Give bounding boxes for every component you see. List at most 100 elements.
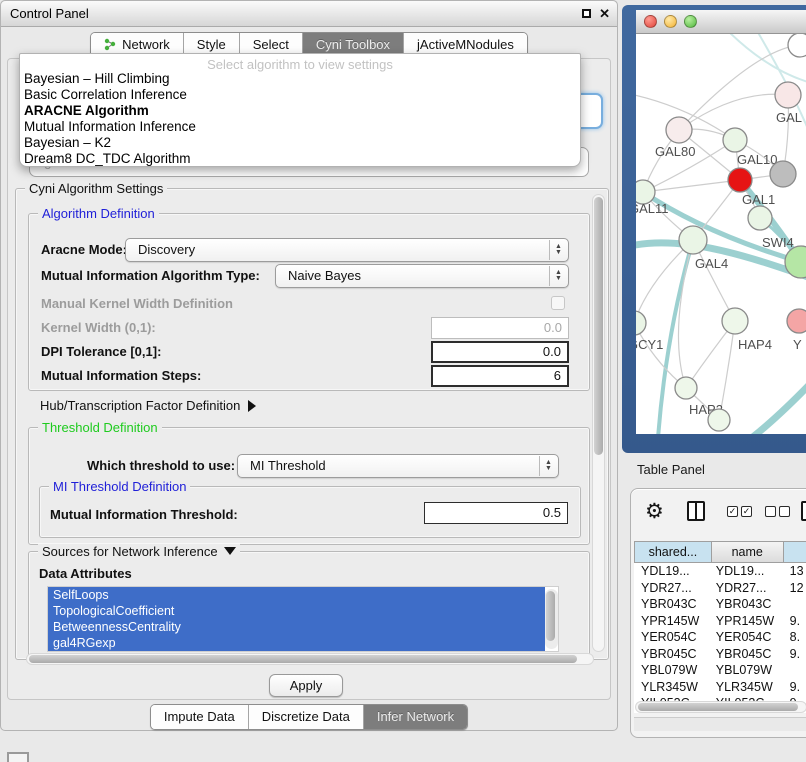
float-window-icon[interactable] (582, 9, 591, 18)
tab-discretize-data[interactable]: Discretize Data (248, 705, 363, 729)
network-view-window: GALGAL80GAL10GAL1GAL11SWI4GAL4GCY1HAP4YH… (622, 5, 806, 453)
table-cell: YPR145W (634, 613, 712, 630)
network-node[interactable] (666, 117, 692, 143)
data-attributes-list[interactable]: SelfLoopsTopologicalCoefficientBetweenne… (47, 586, 559, 652)
tab-label: Infer Network (377, 709, 454, 724)
checked-box-icon: ✓ (741, 506, 752, 517)
dropdown-item[interactable]: ARACNE Algorithm (20, 103, 580, 119)
attribute-list-scrollbar-thumb[interactable] (546, 591, 555, 641)
gear-icon[interactable]: ⚙ (645, 499, 664, 524)
attribute-list-scrollbar[interactable] (545, 589, 558, 649)
network-node[interactable] (728, 168, 752, 192)
table-row[interactable]: YBR043CYBR043C (634, 596, 806, 613)
which-threshold-value: MI Threshold (250, 458, 326, 473)
network-node[interactable] (636, 311, 646, 335)
columns-icon[interactable] (687, 501, 705, 521)
settings-hscrollbar[interactable] (26, 653, 594, 665)
group-title: Threshold Definition (38, 420, 162, 435)
tab-label: Style (197, 37, 226, 52)
settings-scrollbar[interactable] (592, 194, 605, 652)
table-cell: YDL19... (634, 563, 712, 580)
mi-threshold-input[interactable]: 0.5 (424, 502, 568, 524)
close-icon[interactable]: ✕ (599, 5, 610, 23)
table-hscrollbar[interactable] (635, 701, 806, 713)
tab-infer-network[interactable]: Infer Network (363, 705, 467, 729)
attribute-list-item[interactable]: BetweennessCentrality (48, 619, 545, 635)
table-row[interactable]: YBR045CYBR045C9. (634, 646, 806, 663)
attribute-list-item[interactable]: gal4RGexp (48, 635, 545, 651)
network-node[interactable] (748, 206, 772, 230)
network-node[interactable] (722, 308, 748, 334)
table-row[interactable]: YPR145WYPR145W9. (634, 613, 806, 630)
kernel-width-input[interactable]: 0.0 (431, 317, 569, 339)
table-cell: YBR043C (712, 596, 784, 613)
file-icon[interactable] (801, 501, 806, 521)
table-row[interactable]: YDR27...YDR27...12 (634, 580, 806, 597)
close-traffic-light-icon[interactable] (644, 15, 657, 28)
collapse-arrow-icon (224, 547, 236, 555)
table-panel-title: Table Panel (622, 455, 806, 485)
dpi-tolerance-input[interactable]: 0.0 (431, 341, 569, 363)
network-edge[interactable] (636, 240, 693, 323)
network-node[interactable] (788, 34, 806, 57)
manual-kernel-checkbox[interactable] (551, 296, 565, 310)
column-header[interactable]: shared... (634, 541, 712, 563)
network-edge[interactable] (679, 94, 788, 130)
cutoff-widget-fragment (7, 752, 29, 762)
table-row[interactable]: YDL19...YDL19...13 (634, 563, 806, 580)
data-attributes-label: Data Attributes (39, 566, 132, 581)
dropdown-item[interactable]: Bayesian – Hill Climbing (20, 71, 580, 87)
network-node[interactable] (708, 409, 730, 431)
table-cell: YPR145W (712, 613, 784, 630)
desktop: { "colors": { "selection_blue": "#3e6dc8… (0, 0, 806, 762)
table-row[interactable]: YER054CYER054C8. (634, 629, 806, 646)
network-node[interactable] (770, 161, 796, 187)
dropdown-item[interactable]: Bayesian – K2 (20, 135, 580, 151)
minimize-traffic-light-icon[interactable] (664, 15, 677, 28)
table-row[interactable]: YLR345WYLR345W9. (634, 679, 806, 696)
table-hscrollbar-thumb[interactable] (638, 703, 798, 711)
network-node[interactable] (723, 128, 747, 152)
attribute-list-item[interactable]: SelfLoops (48, 587, 545, 603)
network-edge[interactable] (749, 384, 806, 434)
apply-button[interactable]: Apply (269, 674, 343, 697)
table-cell: YBR045C (712, 646, 784, 663)
column-header[interactable] (784, 541, 806, 563)
network-node[interactable] (675, 377, 697, 399)
table-cell: YLR345W (712, 679, 784, 696)
zoom-traffic-light-icon[interactable] (684, 15, 697, 28)
network-node-label: SWI4 (762, 235, 794, 250)
network-window-titlebar[interactable] (636, 10, 806, 34)
table-row[interactable]: YBL079WYBL079W (634, 662, 806, 679)
select-all-columns-button[interactable]: ✓ ✓ (727, 506, 752, 517)
column-header[interactable]: name (712, 541, 784, 563)
network-canvas[interactable]: GALGAL80GAL10GAL1GAL11SWI4GAL4GCY1HAP4YH… (636, 34, 806, 434)
table-cell: YBL079W (712, 662, 784, 679)
tab-impute-data[interactable]: Impute Data (151, 705, 248, 729)
aracne-mode-select[interactable]: Discovery ▲▼ (125, 238, 569, 262)
network-node[interactable] (787, 309, 806, 333)
sources-group-title[interactable]: Sources for Network Inference (38, 544, 240, 559)
dropdown-item[interactable]: Basic Correlation Inference (20, 87, 580, 103)
deselect-all-columns-button[interactable] (765, 506, 790, 517)
mi-threshold-group: MI Threshold Definition Mutual Informati… (39, 486, 581, 538)
settings-hscrollbar-thumb[interactable] (29, 655, 577, 663)
dropdown-item[interactable]: Mutual Information Inference (20, 119, 580, 135)
which-threshold-select[interactable]: MI Threshold ▲▼ (237, 454, 559, 478)
table-cell: 9. (784, 679, 806, 696)
combo-arrows-icon: ▲▼ (539, 456, 557, 476)
algorithm-definition-group: Algorithm Definition Aracne Mode: Discov… (28, 213, 590, 391)
attribute-list-item[interactable]: TopologicalCoefficient (48, 603, 545, 619)
checked-box-icon: ✓ (727, 506, 738, 517)
mi-type-value: Naive Bayes (288, 268, 361, 283)
settings-scrollbar-thumb[interactable] (594, 197, 603, 455)
dropdown-item[interactable]: Dream8 DC_TDC Algorithm (20, 151, 580, 167)
dpi-tolerance-label: DPI Tolerance [0,1]: (41, 344, 161, 359)
hub-definition-toggle[interactable]: Hub/Transcription Factor Definition (40, 398, 256, 413)
network-edge[interactable] (643, 180, 740, 192)
network-node[interactable] (775, 82, 801, 108)
mi-steps-input[interactable]: 6 (431, 365, 569, 387)
network-node[interactable] (679, 226, 707, 254)
mi-algorithm-type-select[interactable]: Naive Bayes ▲▼ (275, 264, 569, 288)
tab-label: Impute Data (164, 709, 235, 724)
